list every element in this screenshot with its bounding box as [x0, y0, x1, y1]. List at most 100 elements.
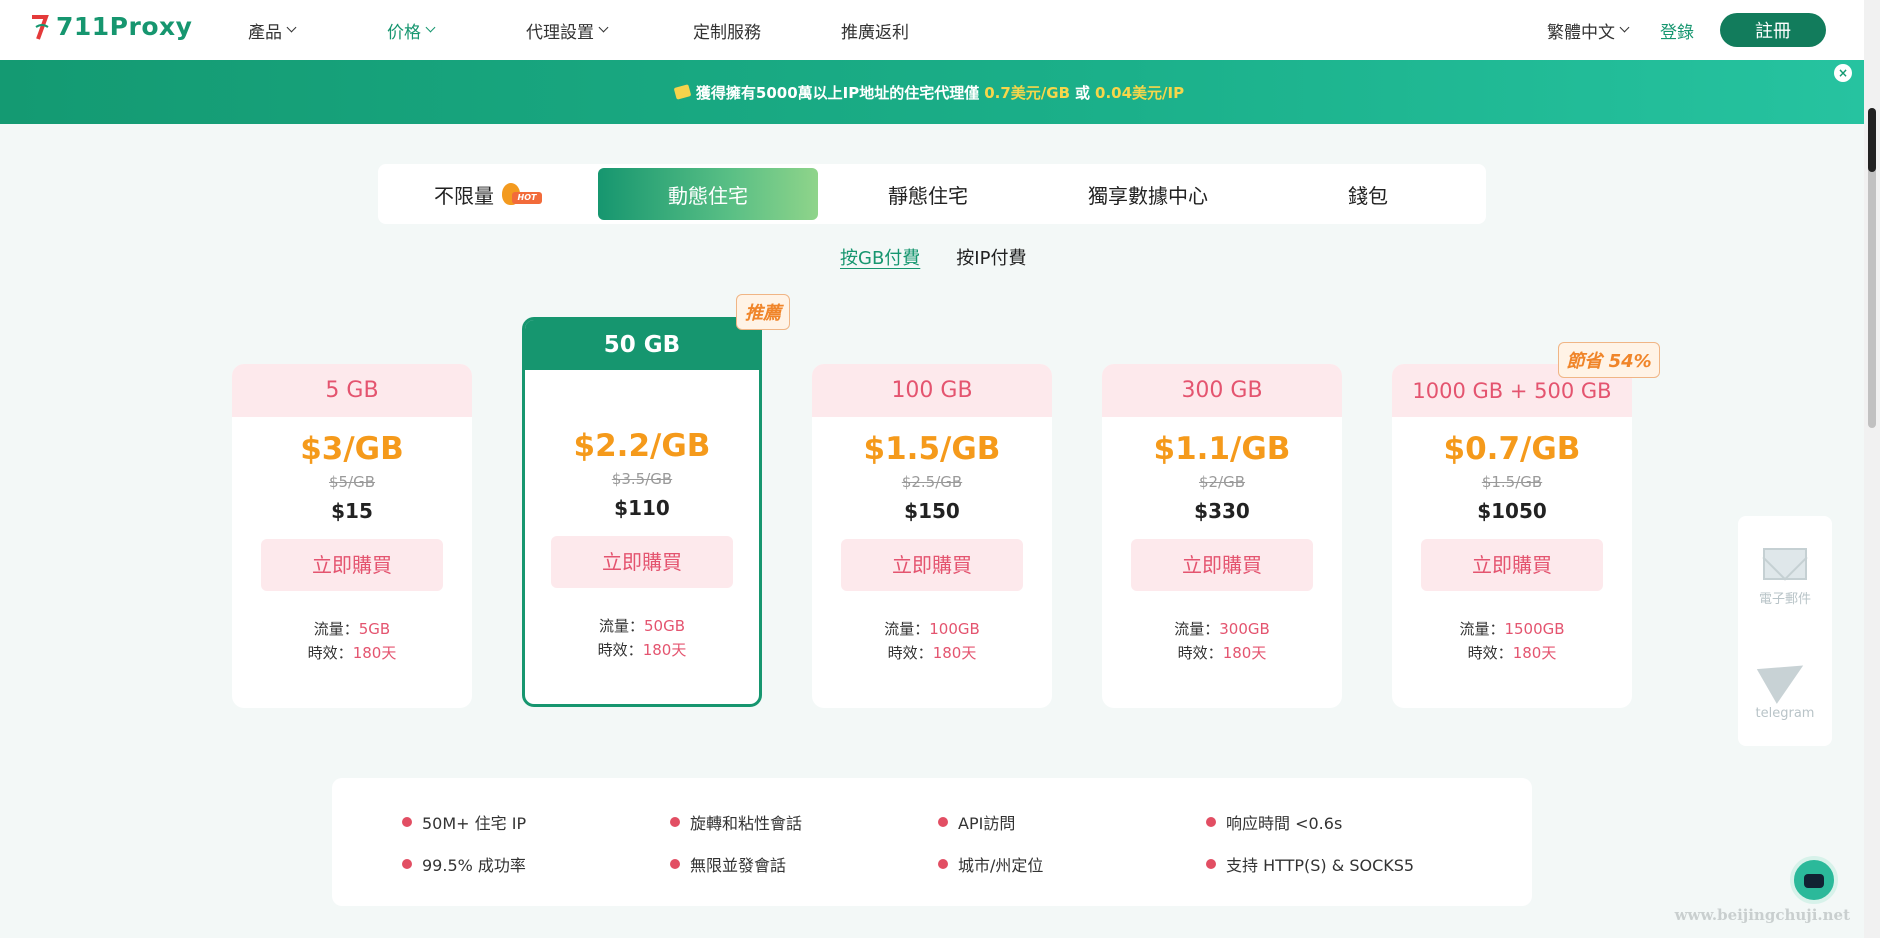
- feature-text: 城市/州定位: [958, 856, 1044, 875]
- language-label: 繁體中文: [1547, 22, 1615, 43]
- buy-button[interactable]: 立即購買: [841, 539, 1023, 591]
- email-contact[interactable]: 電子郵件: [1738, 548, 1832, 607]
- tab-label: 不限量: [434, 183, 494, 208]
- email-label: 電子郵件: [1758, 592, 1811, 607]
- tab-wallet[interactable]: 錢包: [1258, 168, 1478, 220]
- plan-total: $1050: [1477, 499, 1547, 523]
- features-panel: 50M+ 住宅 IP 旋轉和粘性會話 API訪問 响应時間 <0.6s 99.5…: [332, 778, 1532, 906]
- top-header: 711Proxy 產品 价格 代理設置 定制服務 推廣返利 繁體中文 登錄 註冊: [0, 0, 1864, 60]
- validity-value: 180天: [1512, 644, 1557, 662]
- login-link[interactable]: 登錄: [1660, 18, 1694, 43]
- nav-affiliate[interactable]: 推廣返利: [841, 18, 909, 43]
- feature-item: 50M+ 住宅 IP: [402, 810, 526, 834]
- plan-old-price: $2/GB: [1198, 473, 1246, 491]
- bullet-icon: [1206, 817, 1216, 827]
- validity-label: 時效：: [887, 644, 933, 662]
- bullet-icon: [938, 859, 948, 869]
- plan-specs: 流量：5GB 時效：180天: [232, 617, 472, 665]
- header-actions: 繁體中文 登錄 註冊: [1547, 0, 1826, 60]
- traffic-value: 50GB: [644, 617, 686, 635]
- subtab-per-ip[interactable]: 按IP付費: [956, 244, 1026, 270]
- page-scrollbar[interactable]: [1864, 0, 1880, 938]
- plan-specs: 流量：50GB 時效：180天: [525, 614, 759, 662]
- buy-button[interactable]: 立即購買: [1131, 539, 1313, 591]
- close-icon[interactable]: ×: [1834, 64, 1852, 82]
- validity-value: 180天: [932, 644, 977, 662]
- chevron-down-icon: [425, 22, 436, 33]
- hot-badge-icon: HOT: [502, 183, 542, 205]
- plan-price: $3/GB: [300, 431, 404, 467]
- traffic-label: 流量：: [1174, 620, 1220, 638]
- plan-price: $1.1/GB: [1153, 431, 1291, 467]
- nav-label: 价格: [387, 22, 421, 43]
- nav-label: 代理設置: [526, 22, 594, 43]
- traffic-label: 流量：: [313, 620, 359, 638]
- product-tabs: 不限量 HOT 動態住宅 靜態住宅 獨享數據中心 錢包: [378, 164, 1486, 224]
- banner-price-gb: 0.7美元/GB: [984, 83, 1071, 102]
- plan-card: 100 GB $1.5/GB $2.5/GB $150 立即購買 流量：100G…: [812, 364, 1052, 708]
- traffic-value: 1500GB: [1504, 620, 1565, 638]
- money-icon: [673, 84, 692, 100]
- plan-old-price: $3.5/GB: [611, 470, 673, 488]
- feature-item: 旋轉和粘性會話: [670, 810, 802, 834]
- tab-dynamic-residential[interactable]: 動態住宅: [598, 168, 818, 220]
- banner-or: 或: [1075, 83, 1091, 102]
- plan-old-price: $2.5/GB: [901, 473, 963, 491]
- tab-datacenter[interactable]: 獨享數據中心: [1038, 168, 1258, 220]
- feature-text: API訪問: [958, 814, 1016, 833]
- plan-total: $15: [331, 499, 373, 523]
- plan-old-price: $1.5/GB: [1481, 473, 1543, 491]
- chevron-down-icon: [286, 22, 297, 33]
- nav-custom-service[interactable]: 定制服務: [693, 18, 761, 43]
- nav-pricing[interactable]: 价格: [387, 18, 436, 43]
- plan-specs: 流量：1500GB 時效：180天: [1392, 617, 1632, 665]
- buy-button[interactable]: 立即購買: [551, 536, 733, 588]
- hot-tag: HOT: [512, 192, 542, 204]
- feature-item: 支持 HTTP(S) & SOCKS5: [1206, 852, 1414, 876]
- tab-unlimited[interactable]: 不限量 HOT: [378, 168, 598, 220]
- traffic-label: 流量：: [1459, 620, 1505, 638]
- plan-card: 1000 GB + 500 GB $0.7/GB $1.5/GB $1050 立…: [1392, 364, 1632, 708]
- plan-total: $150: [904, 499, 960, 523]
- logo[interactable]: 711Proxy: [30, 12, 192, 41]
- telegram-label: telegram: [1755, 706, 1815, 721]
- plan-specs: 流量：100GB 時效：180天: [812, 617, 1052, 665]
- plan-name: 300 GB: [1102, 364, 1342, 417]
- nav-proxy-settings[interactable]: 代理設置: [526, 18, 609, 43]
- plan-card: 5 GB $3/GB $5/GB $15 立即購買 流量：5GB 時效：180天: [232, 364, 472, 708]
- plan-price: $1.5/GB: [863, 431, 1001, 467]
- plan-total: $110: [614, 496, 670, 520]
- tab-static-residential[interactable]: 靜態住宅: [818, 168, 1038, 220]
- subtab-per-gb[interactable]: 按GB付費: [840, 244, 920, 270]
- plan-name: 50 GB: [525, 320, 759, 370]
- chevron-down-icon: [598, 22, 609, 33]
- chat-bot-icon[interactable]: [1790, 856, 1838, 904]
- feature-text: 响应時間 <0.6s: [1226, 814, 1343, 833]
- buy-button[interactable]: 立即購買: [1421, 539, 1603, 591]
- banner-text: 獲得擁有5000萬以上IP地址的住宅代理僅: [695, 83, 980, 102]
- traffic-value: 5GB: [358, 620, 391, 638]
- scrollbar-thumb-active[interactable]: [1868, 108, 1876, 172]
- logo-text: 711Proxy: [56, 12, 193, 41]
- language-selector[interactable]: 繁體中文: [1547, 18, 1630, 43]
- main-nav: 產品 价格 代理設置 定制服務 推廣返利: [248, 0, 909, 60]
- traffic-label: 流量：: [598, 617, 644, 635]
- feature-item: 無限並發會話: [670, 852, 786, 876]
- nav-products[interactable]: 產品: [248, 18, 297, 43]
- traffic-value: 100GB: [929, 620, 980, 638]
- buy-button[interactable]: 立即購買: [261, 539, 443, 591]
- nav-label: 定制服務: [693, 22, 761, 43]
- traffic-value: 300GB: [1219, 620, 1270, 638]
- bullet-icon: [670, 817, 680, 827]
- watermark: www.beijingchuji.net: [1674, 906, 1850, 924]
- register-button[interactable]: 註冊: [1720, 13, 1826, 47]
- validity-value: 180天: [352, 644, 397, 662]
- banner-price-ip: 0.04美元/IP: [1095, 83, 1185, 102]
- bullet-icon: [402, 817, 412, 827]
- logo-icon: [30, 13, 50, 41]
- nav-label: 推廣返利: [841, 22, 909, 43]
- validity-value: 180天: [1222, 644, 1267, 662]
- telegram-contact[interactable]: telegram: [1738, 648, 1832, 721]
- nav-label: 產品: [248, 22, 282, 43]
- plan-total: $330: [1194, 499, 1250, 523]
